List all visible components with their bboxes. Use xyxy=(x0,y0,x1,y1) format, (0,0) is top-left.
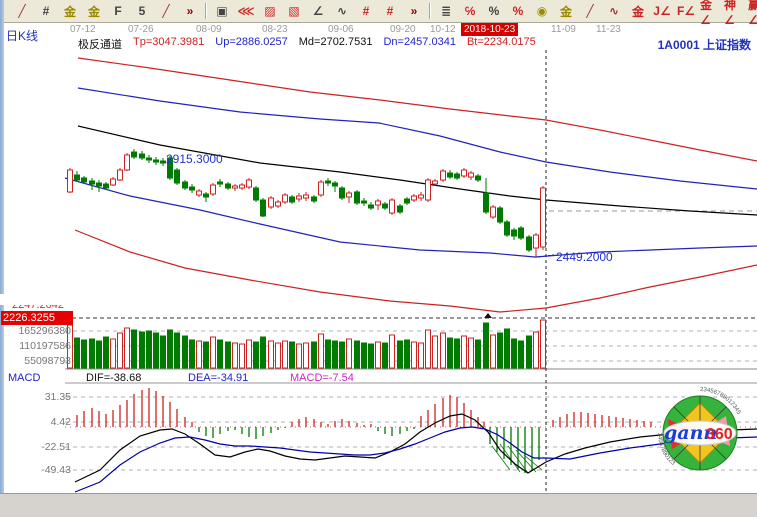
date-label: 11-23 xyxy=(596,24,621,35)
clip-cover xyxy=(0,294,130,305)
percent-icon[interactable]: % xyxy=(482,1,506,22)
pen-lines-icon[interactable]: ╱ xyxy=(578,1,602,22)
lower-red-line xyxy=(75,230,757,312)
red-grid-icon[interactable]: # xyxy=(354,1,378,22)
box-tool-icon[interactable]: ▣ xyxy=(210,1,234,22)
svg-text:gann: gann xyxy=(664,422,717,444)
angle-tool-icon[interactable]: ∠ xyxy=(306,1,330,22)
candles xyxy=(68,149,546,258)
channel-value: 极反通道 xyxy=(78,36,122,52)
period-label[interactable]: 日K线 xyxy=(6,27,38,44)
gann-box-icon[interactable]: ▨ xyxy=(258,1,282,22)
percent-lines-icon[interactable]: % xyxy=(506,1,530,22)
channel-value: Md=2702.7531 xyxy=(299,36,373,52)
volume-bars xyxy=(68,320,546,368)
date-label: 10-12 xyxy=(430,24,456,35)
macd-hatch xyxy=(492,444,542,473)
scale-tool-icon[interactable]: ≣ xyxy=(434,1,458,22)
channel-value: Dn=2457.0341 xyxy=(383,36,455,52)
gann-grid-icon[interactable]: ▧ xyxy=(282,1,306,22)
shen-angle-icon[interactable]: 神∠ xyxy=(722,1,746,22)
wave-icon[interactable]: ∿ xyxy=(602,1,626,22)
lower-blue-line xyxy=(65,178,757,257)
overflow-chevron2-icon[interactable]: » xyxy=(402,1,426,22)
dea-line xyxy=(75,427,757,492)
gold-angle-icon[interactable]: 金∠ xyxy=(698,1,722,22)
macd-dea-value: DEA=-34.91 xyxy=(188,372,258,384)
price-low-label: 2226.3255 xyxy=(1,311,73,325)
ying-angle-icon[interactable]: 赢∠ xyxy=(746,1,757,22)
gold-box-icon[interactable]: 金 xyxy=(626,1,650,22)
macd-histogram xyxy=(77,388,651,473)
gann-fan-icon[interactable]: ⋘ xyxy=(234,1,258,22)
macd-macd-value: MACD=-7.54 xyxy=(290,372,354,384)
percent-line-icon[interactable]: ℅ xyxy=(458,1,482,22)
channel-value: Bt=2234.0175 xyxy=(467,36,536,52)
volume-marker-triangle xyxy=(484,313,492,318)
gold-lines-icon[interactable]: 金 xyxy=(554,1,578,22)
svg-text:360: 360 xyxy=(706,426,733,443)
chart-canvas[interactable]: 23456789012345 34567890123gann360 xyxy=(0,0,757,517)
svg-text:34567890123: 34567890123 xyxy=(656,433,676,467)
macd-axis-label: 31.35 xyxy=(1,391,71,403)
j-angle-icon[interactable]: J∠ xyxy=(650,1,674,22)
date-label: 07-12 xyxy=(70,24,96,35)
grid-tool-icon[interactable]: # xyxy=(34,1,58,22)
overflow-chevron-icon[interactable]: » xyxy=(178,1,202,22)
brush-tool-icon[interactable]: ╱ xyxy=(10,1,34,22)
gann360-logo: 23456789012345 34567890123gann360 xyxy=(656,387,742,475)
price-annotation-2449: 2449.2000 xyxy=(556,250,613,264)
selected-date-badge: 2018-10-23 xyxy=(461,23,518,36)
date-label: 08-23 xyxy=(262,24,288,35)
macd-axis-label: 4.42 xyxy=(1,416,71,428)
brush-grid-tool-icon[interactable]: ╱ xyxy=(154,1,178,22)
macd-axis-label: -22.51 xyxy=(1,441,71,453)
window-left-frame xyxy=(0,0,4,517)
gold-grid-tool2-icon[interactable]: 金 xyxy=(82,1,106,22)
date-label: 09-20 xyxy=(390,24,416,35)
date-label: 11-09 xyxy=(551,24,576,35)
gold-grid-tool-icon[interactable]: 金 xyxy=(58,1,82,22)
top-red-line xyxy=(78,58,757,161)
red-grid-arrow-icon[interactable]: # xyxy=(378,1,402,22)
zigzag-tool-icon[interactable]: ∿ xyxy=(330,1,354,22)
volume-axis-label: 110197586 xyxy=(1,340,71,352)
channel-value: Tp=3047.3981 xyxy=(133,36,204,52)
macd-header: MACD DIF=-38.68 DEA=-34.91 MACD=-7.54 xyxy=(8,372,354,384)
f-grid-tool-icon[interactable]: F xyxy=(106,1,130,22)
mid-black-line xyxy=(78,126,757,215)
grid-lines xyxy=(65,50,757,491)
channel-values-row: 极反通道 Tp=3047.3981 Up=2886.0257 Md=2702.7531… xyxy=(78,36,536,52)
macd-title: MACD xyxy=(8,372,86,384)
date-label: 09-06 xyxy=(328,24,354,35)
s-grid-tool-icon[interactable]: 5 xyxy=(130,1,154,22)
channel-lines xyxy=(65,58,757,312)
date-label: 08-09 xyxy=(196,24,222,35)
date-label: 07-26 xyxy=(128,24,154,35)
stock-chart-app: ╱#金金F5╱»▣⋘▨▧∠∿##»≣℅%%◉金╱∿金J∠F∠金∠神∠赢∠四∠ 日… xyxy=(0,0,757,517)
toolbar-separator xyxy=(205,3,207,19)
toolbar-separator xyxy=(429,3,431,19)
upper-blue-line xyxy=(78,88,757,189)
symbol-label[interactable]: 1A0001 上证指数 xyxy=(658,36,751,53)
status-bar: ▦ 上证指数 2873.5901 ▼-8.6399 -0.30% 深 7748.… xyxy=(0,493,757,517)
price-annotation-2915: 2915.3000 xyxy=(166,152,223,166)
dif-line xyxy=(75,414,757,482)
gold-circle-icon[interactable]: ◉ xyxy=(530,1,554,22)
volume-axis-label: 55098793 xyxy=(1,355,71,367)
macd-axis-label: -49.43 xyxy=(1,464,71,476)
f-angle-icon[interactable]: F∠ xyxy=(674,1,698,22)
drawing-toolbar: ╱#金金F5╱»▣⋘▨▧∠∿##»≣℅%%◉金╱∿金J∠F∠金∠神∠赢∠四∠ xyxy=(4,0,757,23)
channel-value: Up=2886.0257 xyxy=(215,36,287,52)
macd-dif-value: DIF=-38.68 xyxy=(86,372,156,384)
volume-axis-label: 165296380 xyxy=(1,325,71,337)
svg-text:23456789012345: 23456789012345 xyxy=(700,387,742,416)
